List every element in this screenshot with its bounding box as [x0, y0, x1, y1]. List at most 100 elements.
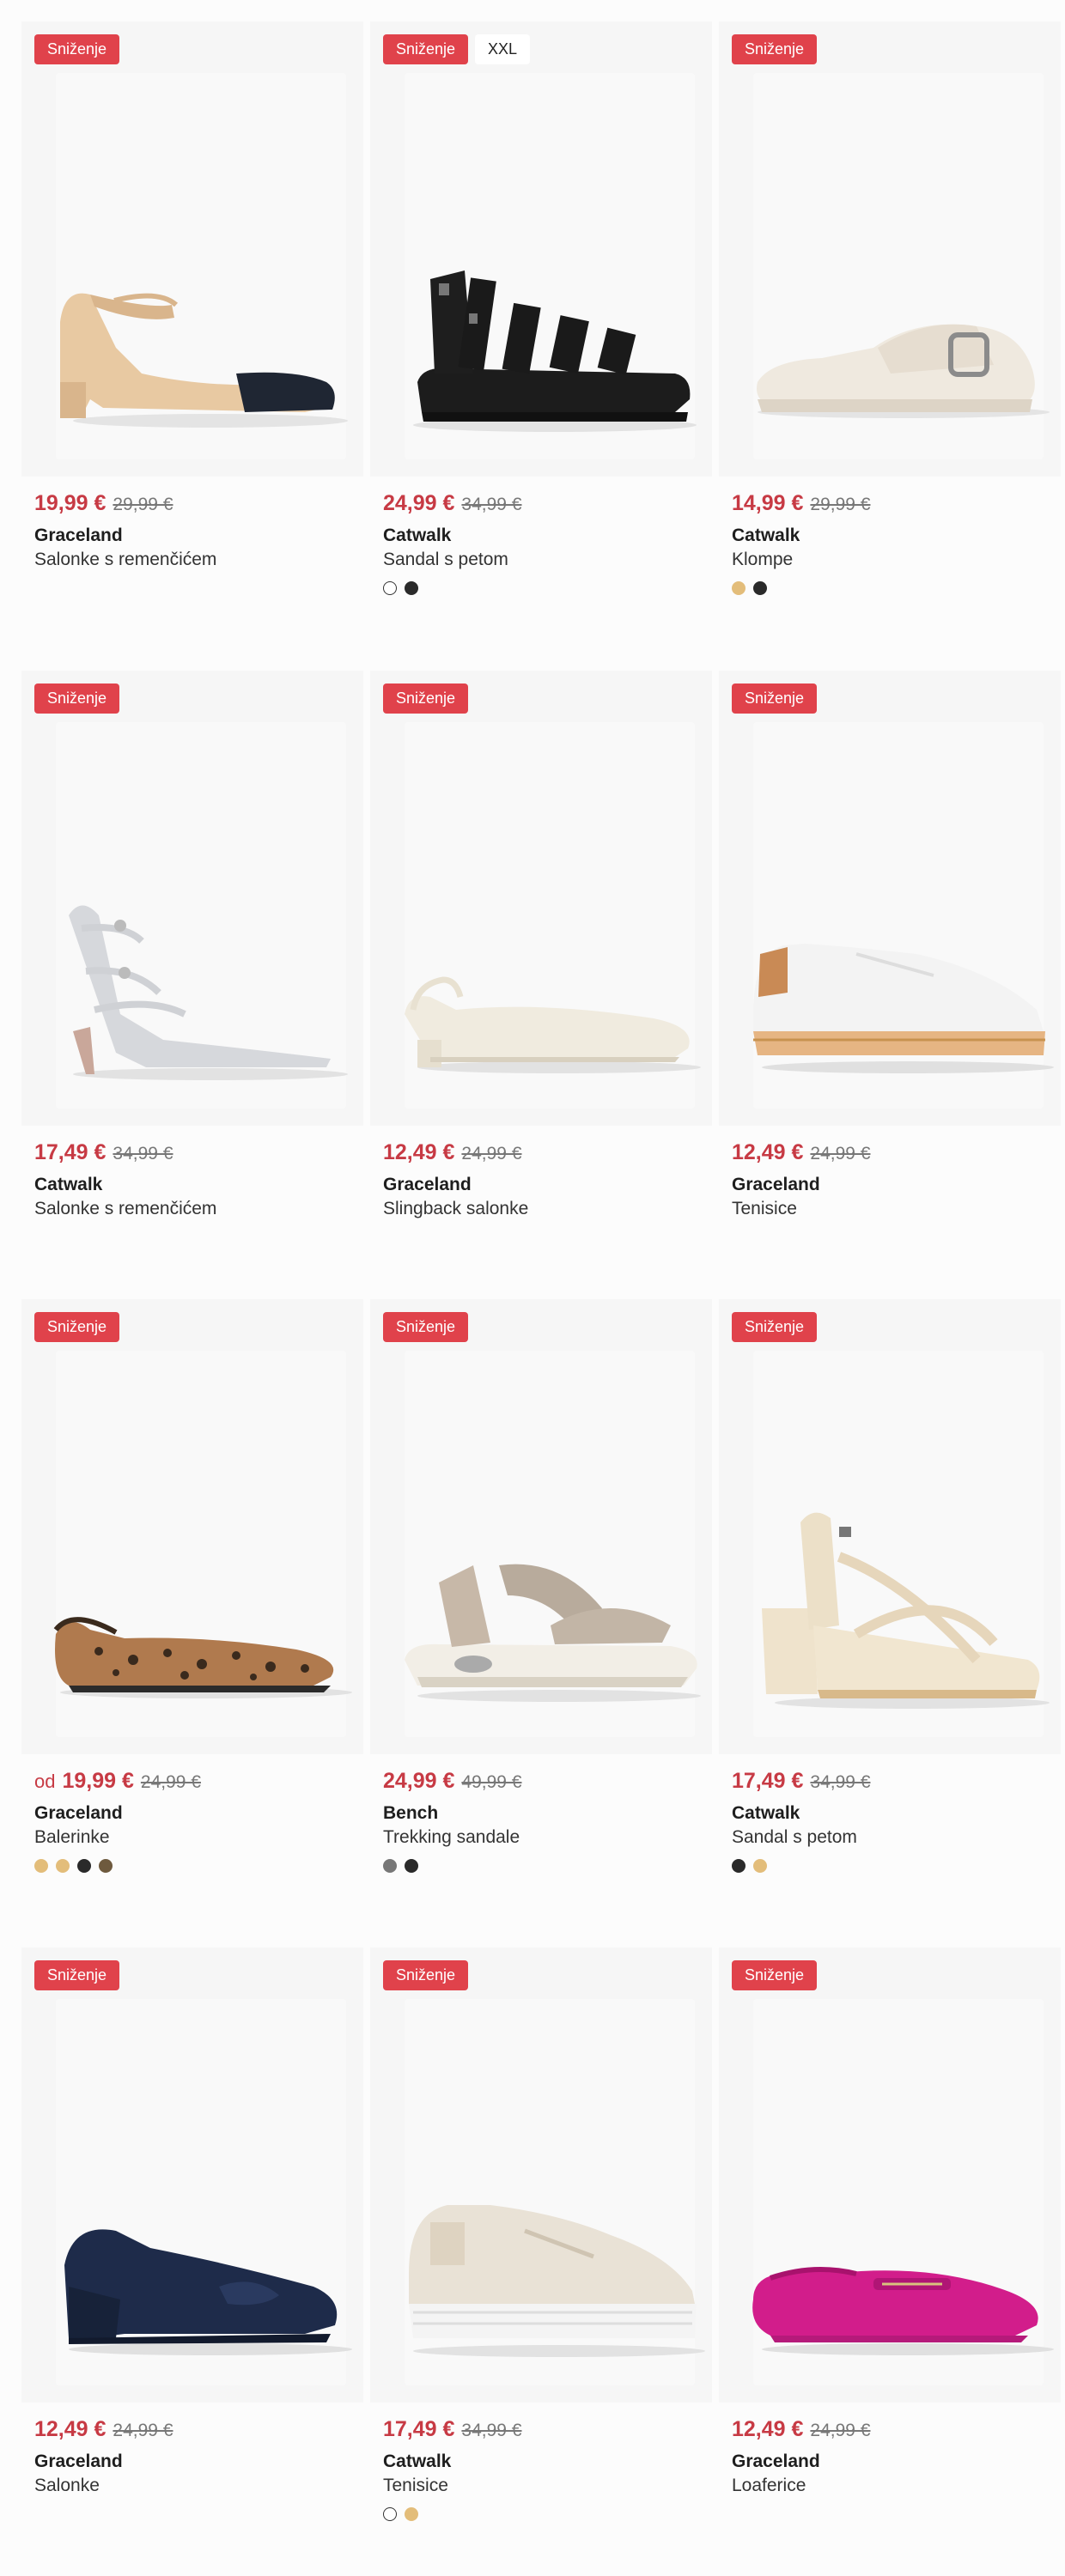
color-swatch[interactable]: [732, 581, 746, 595]
price-row: 12,49 € 24,99 €: [732, 2417, 871, 2442]
product-brand[interactable]: Catwalk: [34, 1175, 102, 1195]
color-swatch[interactable]: [77, 1859, 91, 1873]
product-card[interactable]: Sniženje 12,49 € 24,99 € Graceland Tenisice: [719, 671, 1061, 1272]
product-image[interactable]: Sniženje: [370, 671, 712, 1126]
shoe-photo: [64, 2229, 352, 2355]
price-row: 19,99 € 29,99 €: [34, 491, 173, 516]
product-card[interactable]: Sniženje od 19,99 € 24,99 € Graceland Balerin…: [21, 1299, 363, 1900]
sale-badge: Sniženje: [383, 1312, 469, 1342]
product-brand[interactable]: Catwalk: [732, 526, 800, 546]
color-swatch[interactable]: [753, 581, 767, 595]
sale-price: 17,49 €: [383, 2417, 455, 2441]
color-swatch[interactable]: [405, 1859, 418, 1873]
product-card[interactable]: Sniženje 14,99 € 29,99 € Catwalk Klompe: [719, 21, 1061, 623]
product-image[interactable]: Sniženje: [21, 1947, 363, 2403]
color-swatch[interactable]: [405, 581, 418, 595]
product-brand[interactable]: Catwalk: [383, 526, 451, 546]
product-card[interactable]: Sniženje 24,99 € 49,99 € Bench Trekking sand…: [370, 1299, 712, 1900]
product-name[interactable]: Trekking sandale: [383, 1827, 520, 1848]
product-name[interactable]: Klompe: [732, 550, 793, 570]
price-row: 17,49 € 34,99 €: [383, 2417, 522, 2442]
shoe-photo: [762, 1512, 1050, 1709]
product-brand[interactable]: Graceland: [383, 1175, 472, 1195]
sale-price: 12,49 €: [732, 1140, 804, 1164]
product-name[interactable]: Salonke s remenčićem: [34, 1199, 216, 1219]
sale-price: 24,99 €: [383, 1769, 455, 1793]
product-image[interactable]: Sniženje: [719, 1299, 1061, 1754]
product-brand[interactable]: Catwalk: [732, 1803, 800, 1824]
product-card[interactable]: Sniženje 12,49 € 24,99 € Graceland Slingback…: [370, 671, 712, 1272]
product-name[interactable]: Sandal s petom: [732, 1827, 857, 1848]
product-image[interactable]: Sniženje: [21, 21, 363, 477]
product-brand[interactable]: Graceland: [732, 2451, 820, 2472]
shoe-photo: [753, 944, 1054, 1073]
color-swatch[interactable]: [383, 1859, 397, 1873]
badge-group: Sniženje: [34, 1960, 120, 1990]
shoe-photo: [752, 2267, 1054, 2355]
product-image[interactable]: Sniženje: [719, 21, 1061, 477]
product-brand[interactable]: Graceland: [34, 526, 123, 546]
product-card[interactable]: Sniženje 12,49 € 24,99 € Graceland Loaferice: [719, 1947, 1061, 2549]
original-price: 29,99 €: [113, 495, 173, 514]
product-name[interactable]: Sandal s petom: [383, 550, 508, 570]
product-card[interactable]: Sniženje 12,49 € 24,99 € Graceland Salonke: [21, 1947, 363, 2549]
product-brand[interactable]: Bench: [383, 1803, 438, 1824]
product-name[interactable]: Salonke: [34, 2476, 100, 2496]
product-name[interactable]: Balerinke: [34, 1827, 110, 1848]
product-image[interactable]: Sniženje: [21, 671, 363, 1126]
product-name[interactable]: Slingback salonke: [383, 1199, 528, 1219]
price-row: 12,49 € 24,99 €: [383, 1140, 522, 1165]
color-swatch[interactable]: [405, 2507, 418, 2521]
product-image[interactable]: Sniženje: [370, 1299, 712, 1754]
color-swatches: [383, 581, 418, 595]
product-name[interactable]: Salonke s remenčićem: [34, 550, 216, 570]
product-name[interactable]: Tenisice: [732, 1199, 797, 1219]
sale-badge: Sniženje: [732, 683, 818, 714]
sale-price: 17,49 €: [732, 1769, 804, 1793]
badge-group: Sniženje XXL: [383, 34, 531, 64]
color-swatch[interactable]: [753, 1859, 767, 1873]
product-image[interactable]: Sniženje: [370, 1947, 712, 2403]
sale-badge: Sniženje: [34, 1312, 120, 1342]
product-card[interactable]: Sniženje 17,49 € 34,99 € Catwalk Sandal s pe…: [719, 1299, 1061, 1900]
product-card[interactable]: Sniženje 17,49 € 34,99 € Catwalk Salonke s r…: [21, 671, 363, 1272]
color-swatch[interactable]: [383, 581, 397, 595]
shoe-photo: [60, 293, 348, 428]
product-brand[interactable]: Graceland: [732, 1175, 820, 1195]
product-card[interactable]: Sniženje XXL 24,99 € 34,99 € Catwalk Sandal s…: [370, 21, 712, 623]
badge-group: Sniženje: [732, 34, 818, 64]
sale-price: 12,49 €: [383, 1140, 455, 1164]
product-card[interactable]: Sniženje 17,49 € 34,99 € Catwalk Tenisice: [370, 1947, 712, 2549]
product-image[interactable]: Sniženje XXL: [370, 21, 712, 477]
color-swatch[interactable]: [383, 2507, 397, 2521]
original-price: 34,99 €: [461, 2421, 522, 2440]
product-name[interactable]: Loaferice: [732, 2476, 806, 2496]
product-image[interactable]: Sniženje: [719, 1947, 1061, 2403]
color-swatches: [732, 581, 767, 595]
product-image[interactable]: Sniženje: [719, 671, 1061, 1126]
product-brand[interactable]: Graceland: [34, 1803, 123, 1824]
product-name[interactable]: Tenisice: [383, 2476, 448, 2496]
color-swatch[interactable]: [99, 1859, 113, 1873]
color-swatch[interactable]: [56, 1859, 70, 1873]
sale-badge: Sniženje: [34, 1960, 120, 1990]
color-swatches: [383, 2507, 418, 2521]
product-image[interactable]: Sniženje: [21, 1299, 363, 1754]
original-price: 34,99 €: [461, 495, 522, 514]
color-swatch[interactable]: [34, 1859, 48, 1873]
shoe-photo: [405, 976, 701, 1073]
badge-group: Sniženje: [383, 1960, 469, 1990]
size-badge: XXL: [475, 34, 531, 64]
price-row: 17,49 € 34,99 €: [732, 1769, 871, 1794]
sale-badge: Sniženje: [34, 683, 120, 714]
color-swatch[interactable]: [732, 1859, 746, 1873]
product-card[interactable]: Sniženje 19,99 € 29,99 € Graceland Salonke s…: [21, 21, 363, 623]
sale-badge: Sniženje: [383, 1960, 469, 1990]
product-brand[interactable]: Graceland: [34, 2451, 123, 2472]
sale-price: 12,49 €: [34, 2417, 106, 2441]
original-price: 24,99 €: [461, 1144, 522, 1163]
product-brand[interactable]: Catwalk: [383, 2451, 451, 2472]
sale-price: 14,99 €: [732, 491, 804, 515]
badge-group: Sniženje: [732, 683, 818, 714]
shoe-photo: [53, 1617, 352, 1698]
